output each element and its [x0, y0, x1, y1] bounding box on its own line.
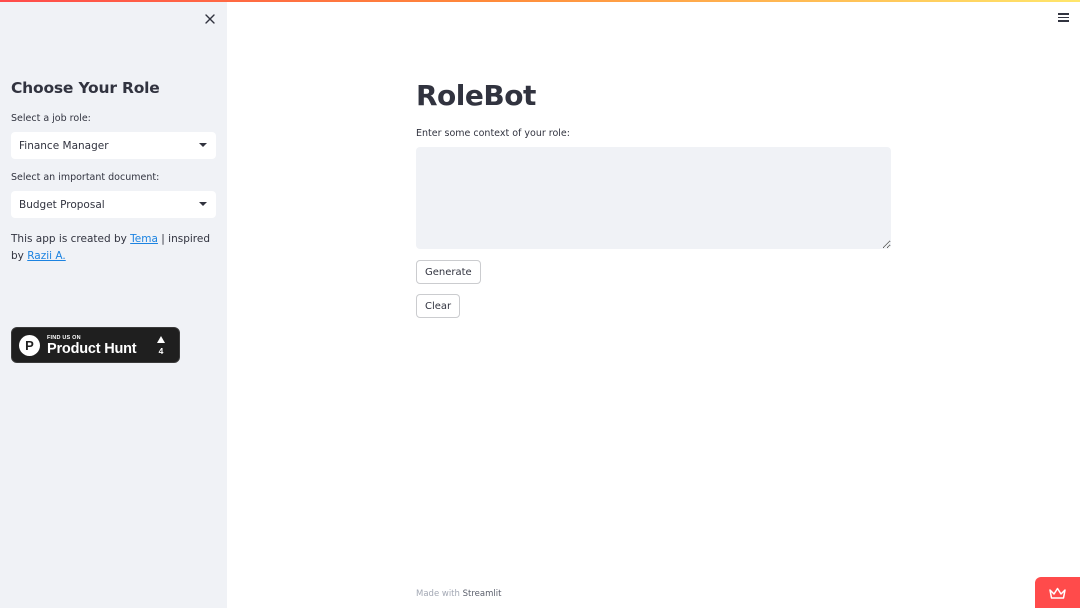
generate-button[interactable]: Generate: [416, 260, 481, 284]
clear-button[interactable]: Clear: [416, 294, 461, 318]
page-title: RoleBot: [416, 79, 536, 112]
job-role-label: Select a job role:: [11, 113, 91, 124]
chevron-down-icon: [199, 143, 207, 147]
footer: Made with Streamlit: [416, 589, 501, 599]
streamlit-link[interactable]: Streamlit: [463, 589, 502, 599]
footer-made-with: Made with: [416, 589, 460, 599]
context-label: Enter some context of your role:: [416, 128, 570, 139]
product-hunt-logo-icon: P: [19, 335, 40, 356]
close-icon: [205, 14, 215, 24]
close-sidebar-button[interactable]: [203, 11, 217, 25]
inspiration-link[interactable]: Razii A.: [27, 250, 66, 262]
document-value: Budget Proposal: [19, 198, 105, 211]
hamburger-menu-icon: [1058, 13, 1069, 22]
document-label: Select an important document:: [11, 172, 160, 183]
credit-text: This app is created by Tema | inspired b…: [11, 231, 216, 265]
upvote-count: 4: [158, 346, 164, 356]
sidebar: Choose Your Role Select a job role: Fina…: [0, 0, 227, 608]
streamlit-crown-icon: [1049, 587, 1066, 599]
deploy-badge-button[interactable]: [1035, 577, 1080, 608]
job-role-value: Finance Manager: [19, 139, 109, 152]
credit-prefix: This app is created by: [11, 233, 131, 245]
product-hunt-badge[interactable]: P FIND US ON Product Hunt 4: [11, 327, 180, 363]
job-role-select[interactable]: Finance Manager: [11, 132, 216, 159]
main-menu-button[interactable]: [1058, 13, 1069, 22]
product-hunt-name: Product Hunt: [47, 341, 137, 357]
product-hunt-logo-letter: P: [25, 338, 34, 353]
document-select[interactable]: Budget Proposal: [11, 191, 216, 218]
upvote-triangle-icon: [157, 336, 165, 343]
sidebar-title: Choose Your Role: [11, 79, 160, 97]
top-decoration-bar: [0, 0, 1080, 2]
context-textarea[interactable]: [416, 147, 891, 249]
chevron-down-icon: [199, 202, 207, 206]
author-link[interactable]: Tema: [130, 233, 158, 245]
